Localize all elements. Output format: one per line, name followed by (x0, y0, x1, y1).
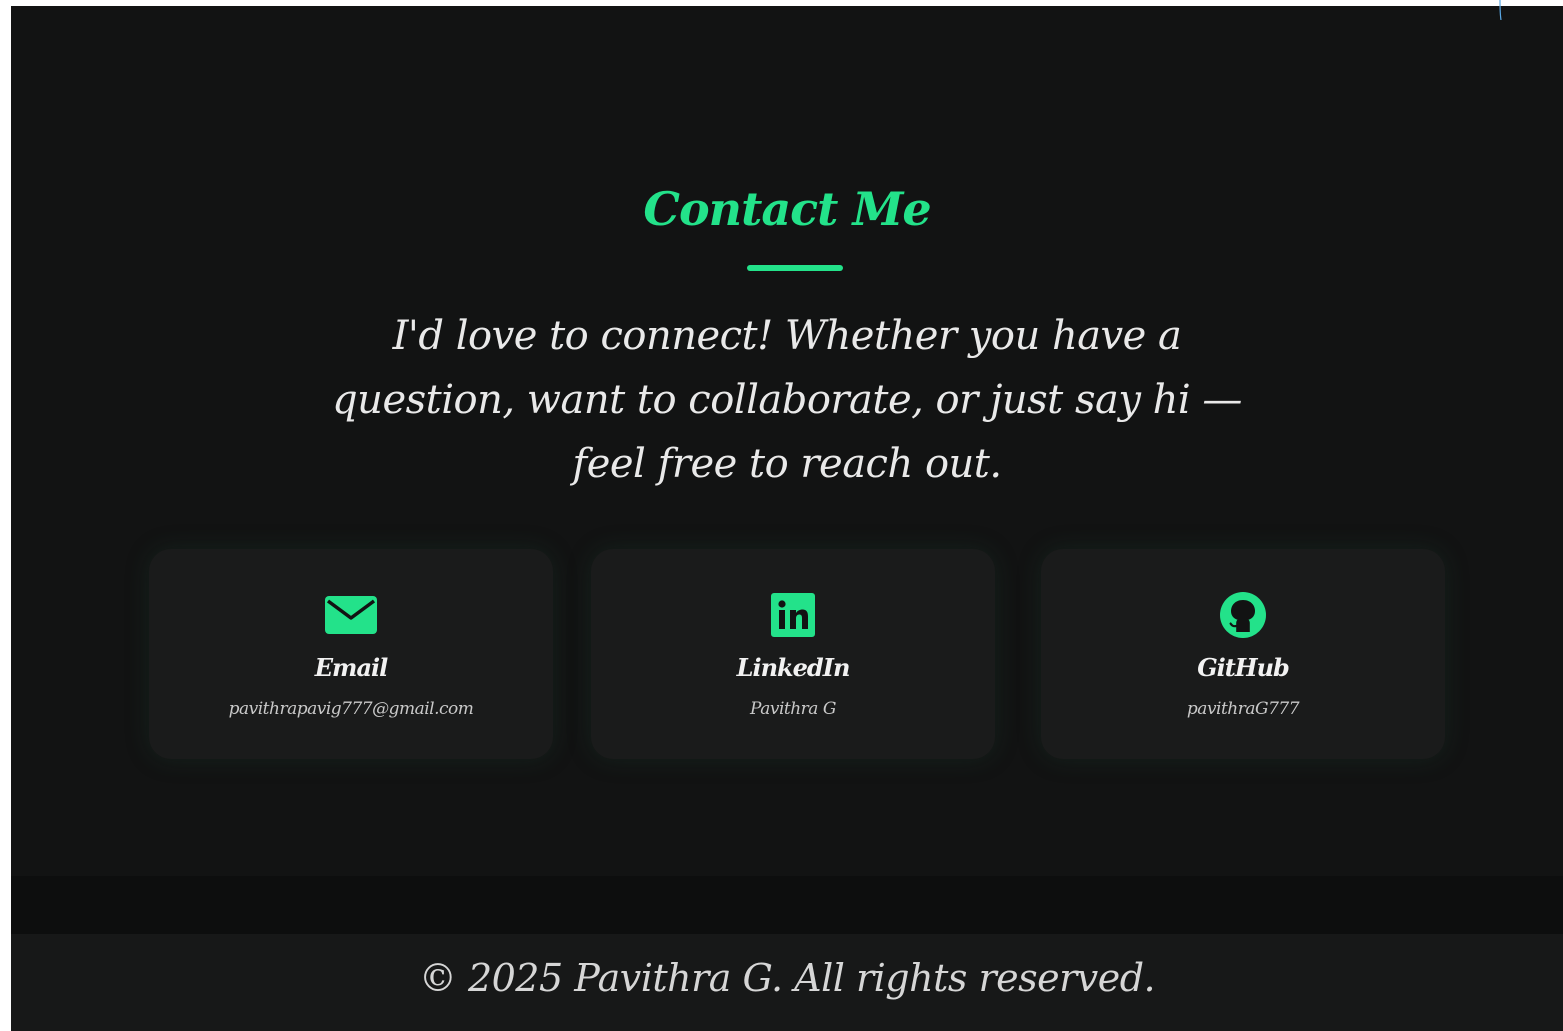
title-underline (747, 265, 843, 271)
email-value: pavithrapavig777@gmail.com (228, 699, 474, 719)
linkedin-value: Pavithra G (750, 699, 836, 719)
github-card[interactable]: GitHub pavithraG777 (1041, 549, 1445, 759)
email-card[interactable]: Email pavithrapavig777@gmail.com (149, 549, 553, 759)
copyright-text: © 2025 Pavithra G. All rights reserved. (418, 956, 1156, 1000)
linkedin-card[interactable]: LinkedIn Pavithra G (591, 549, 995, 759)
scrollbar-corner (1499, 0, 1502, 20)
contact-title: Contact Me (643, 182, 931, 236)
envelope-icon (325, 593, 377, 637)
page: Contact Me I'd love to connect! Whether … (11, 6, 1563, 1031)
github-value: pavithraG777 (1186, 699, 1300, 719)
contact-section: Contact Me I'd love to connect! Whether … (11, 6, 1563, 876)
email-label: Email (314, 653, 388, 682)
linkedin-icon (767, 593, 819, 637)
linkedin-label: LinkedIn (736, 653, 851, 682)
contact-intro: I'd love to connect! Whether you have a … (332, 313, 1242, 487)
footer: © 2025 Pavithra G. All rights reserved. (11, 934, 1563, 1031)
footer-divider-band (11, 876, 1563, 934)
github-icon (1217, 592, 1269, 638)
github-label: GitHub (1197, 653, 1290, 682)
